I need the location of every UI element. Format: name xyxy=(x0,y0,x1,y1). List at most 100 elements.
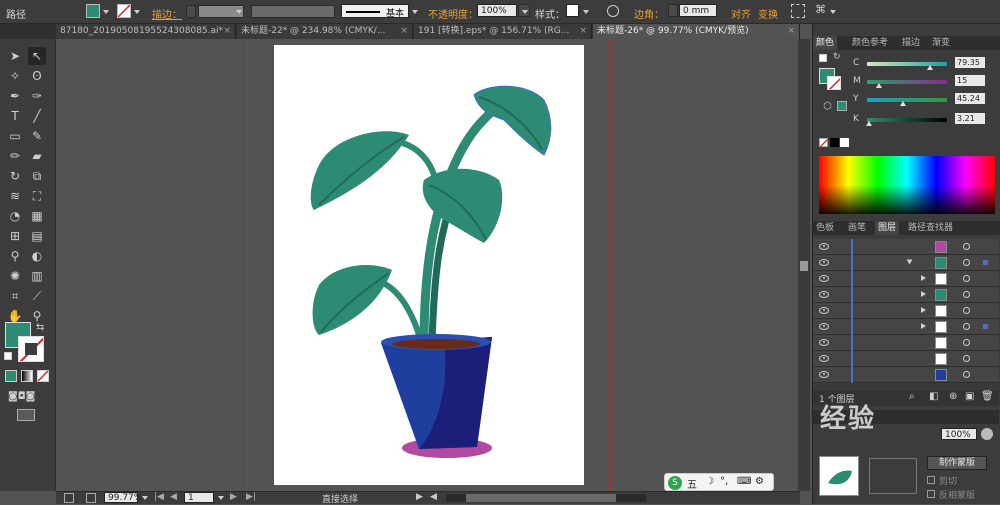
tab-color[interactable]: 颜色 xyxy=(813,36,838,50)
draw-normal-icon[interactable]: ◙◘◙ xyxy=(8,391,35,402)
cyan-slider-knob[interactable] xyxy=(927,65,934,70)
scrollbar-thumb[interactable] xyxy=(800,261,808,271)
color-panel-stroke-swatch[interactable] xyxy=(827,76,841,90)
visibility-eye-icon[interactable] xyxy=(819,323,829,330)
status-menu-icon[interactable]: ▶ xyxy=(416,492,423,502)
direct-selection-tool-icon[interactable]: ↖ xyxy=(28,47,46,65)
visibility-eye-icon[interactable] xyxy=(819,339,829,346)
yellow-input[interactable]: 45.24 xyxy=(955,93,985,104)
pen-tool-icon[interactable]: ✒ xyxy=(6,87,24,105)
new-sublayer-icon[interactable]: ⊕ xyxy=(949,391,957,402)
close-icon[interactable]: × xyxy=(579,24,587,39)
visibility-eye-icon[interactable] xyxy=(819,307,829,314)
target-icon[interactable] xyxy=(963,243,970,250)
close-icon[interactable]: × xyxy=(787,24,795,39)
ime-toolbar[interactable]: S 五 ☽ °, ⌨ ⚙ xyxy=(664,473,774,491)
layer-row[interactable] xyxy=(813,367,999,383)
isolate-selection-icon[interactable] xyxy=(791,4,805,18)
yellow-slider-knob[interactable] xyxy=(900,101,906,106)
black-slider[interactable] xyxy=(867,118,947,122)
last-page-icon[interactable]: ▶| xyxy=(246,492,256,502)
slice-tool-icon[interactable]: ⟋ xyxy=(28,287,46,305)
black-swatch[interactable] xyxy=(830,138,839,147)
swap-fill-stroke-icon[interactable]: ⇆ xyxy=(36,322,44,333)
artboard-nav-icon[interactable] xyxy=(64,493,74,503)
fill-swatch[interactable] xyxy=(86,4,100,18)
selected-art-indicator[interactable] xyxy=(983,324,988,329)
magenta-input[interactable]: 15 xyxy=(955,75,985,86)
expand-arrow-icon[interactable] xyxy=(921,291,926,297)
black-slider-row[interactable]: K 3.21 xyxy=(853,113,1000,126)
tab-layers[interactable]: 图层 xyxy=(875,221,900,235)
color-mode-icon[interactable] xyxy=(5,370,17,382)
gradient-mode-icon[interactable] xyxy=(21,370,33,382)
keyboard-icon[interactable]: ⌨ xyxy=(737,476,751,487)
next-page-icon[interactable]: ▶ xyxy=(230,492,237,502)
black-input[interactable]: 3.21 xyxy=(955,113,985,124)
delete-layer-icon[interactable]: 🗑 xyxy=(981,391,994,402)
stroke-weight-dropdown-icon[interactable] xyxy=(236,10,242,14)
stroke-swatch[interactable] xyxy=(117,4,131,18)
target-icon[interactable] xyxy=(963,371,970,378)
selected-art-indicator[interactable] xyxy=(983,260,988,265)
eyedropper-tool-icon[interactable]: ⚲ xyxy=(6,247,24,265)
opacity-input[interactable]: 100% xyxy=(477,4,517,17)
perspective-grid-tool-icon[interactable]: ▦ xyxy=(28,207,46,225)
gamut-color-swatch[interactable] xyxy=(837,101,847,111)
invert-mask-checkbox[interactable] xyxy=(927,490,935,498)
stroke-weight-stepper[interactable] xyxy=(186,5,196,18)
scale-tool-icon[interactable]: ⧉ xyxy=(28,167,46,185)
line-tool-icon[interactable]: ╱ xyxy=(28,107,46,125)
target-icon[interactable] xyxy=(963,259,970,266)
visibility-eye-icon[interactable] xyxy=(819,291,829,298)
more-options-dropdown-icon[interactable] xyxy=(830,10,836,14)
cyan-slider[interactable] xyxy=(867,62,947,66)
close-icon[interactable]: × xyxy=(223,24,231,39)
mesh-tool-icon[interactable]: ⊞ xyxy=(6,227,24,245)
yellow-slider-row[interactable]: Y 45.24 xyxy=(853,93,1000,106)
screen-mode-icon[interactable] xyxy=(17,409,35,421)
layer-row[interactable] xyxy=(813,271,999,287)
type-tool-icon[interactable]: T xyxy=(6,107,24,125)
visibility-eye-icon[interactable] xyxy=(819,275,829,282)
layer-row[interactable] xyxy=(813,351,999,367)
fill-dropdown-icon[interactable] xyxy=(103,10,109,14)
visibility-eye-icon[interactable] xyxy=(819,371,829,378)
expand-arrow-icon[interactable] xyxy=(921,323,926,329)
moon-icon[interactable]: ☽ xyxy=(705,476,714,487)
layer-row[interactable] xyxy=(813,239,999,255)
tab-document-2[interactable]: 未标题-22* @ 234.98% (CMYK/... × xyxy=(237,24,413,39)
transparency-opacity-input[interactable]: 100% xyxy=(941,428,977,440)
transform-link[interactable]: 变换 xyxy=(758,6,778,21)
out-of-gamut-icon[interactable]: ⬡ xyxy=(823,101,832,112)
recolor-artwork-icon[interactable] xyxy=(607,5,619,17)
tab-stroke[interactable]: 描边 xyxy=(899,36,923,50)
scroll-left-icon[interactable]: ◀ xyxy=(430,492,437,502)
paintbrush-tool-icon[interactable]: ✎ xyxy=(28,127,46,145)
gradient-tool-icon[interactable]: ▤ xyxy=(28,227,46,245)
prev-page-icon[interactable]: ◀ xyxy=(170,492,177,502)
tab-document-active[interactable]: 未标题-26* @ 99.77% (CMYK/预览) × xyxy=(593,24,800,39)
layer-row[interactable] xyxy=(813,319,999,335)
style-dropdown-icon[interactable] xyxy=(583,10,589,14)
corner-stepper[interactable] xyxy=(668,4,678,17)
puppet-warp-icon[interactable]: ⌘ xyxy=(815,4,827,16)
tab-color-guide[interactable]: 颜色参考 xyxy=(849,36,891,50)
settings-icon[interactable]: ⚙ xyxy=(755,476,764,487)
page-dropdown-icon[interactable] xyxy=(218,496,224,500)
locate-object-icon[interactable]: ⌕ xyxy=(909,391,915,402)
expand-arrow-icon[interactable] xyxy=(921,307,926,313)
close-icon[interactable]: × xyxy=(400,24,408,39)
horizontal-scrollbar[interactable] xyxy=(446,494,646,502)
cyan-slider-row[interactable]: C 79.35 xyxy=(853,57,1000,70)
ime-mode-label[interactable]: 五 xyxy=(687,476,697,491)
visibility-eye-icon[interactable] xyxy=(819,243,829,250)
artboard-tool-icon[interactable]: ⌗ xyxy=(6,287,24,305)
opacity-dropdown-icon[interactable] xyxy=(981,428,993,440)
clipping-mask-icon[interactable]: ◧ xyxy=(929,391,938,402)
target-icon[interactable] xyxy=(963,275,970,282)
target-icon[interactable] xyxy=(963,323,970,330)
expand-arrow-icon[interactable] xyxy=(906,259,913,265)
column-graph-tool-icon[interactable]: ▥ xyxy=(28,267,46,285)
stroke-dropdown-icon[interactable] xyxy=(134,10,140,14)
